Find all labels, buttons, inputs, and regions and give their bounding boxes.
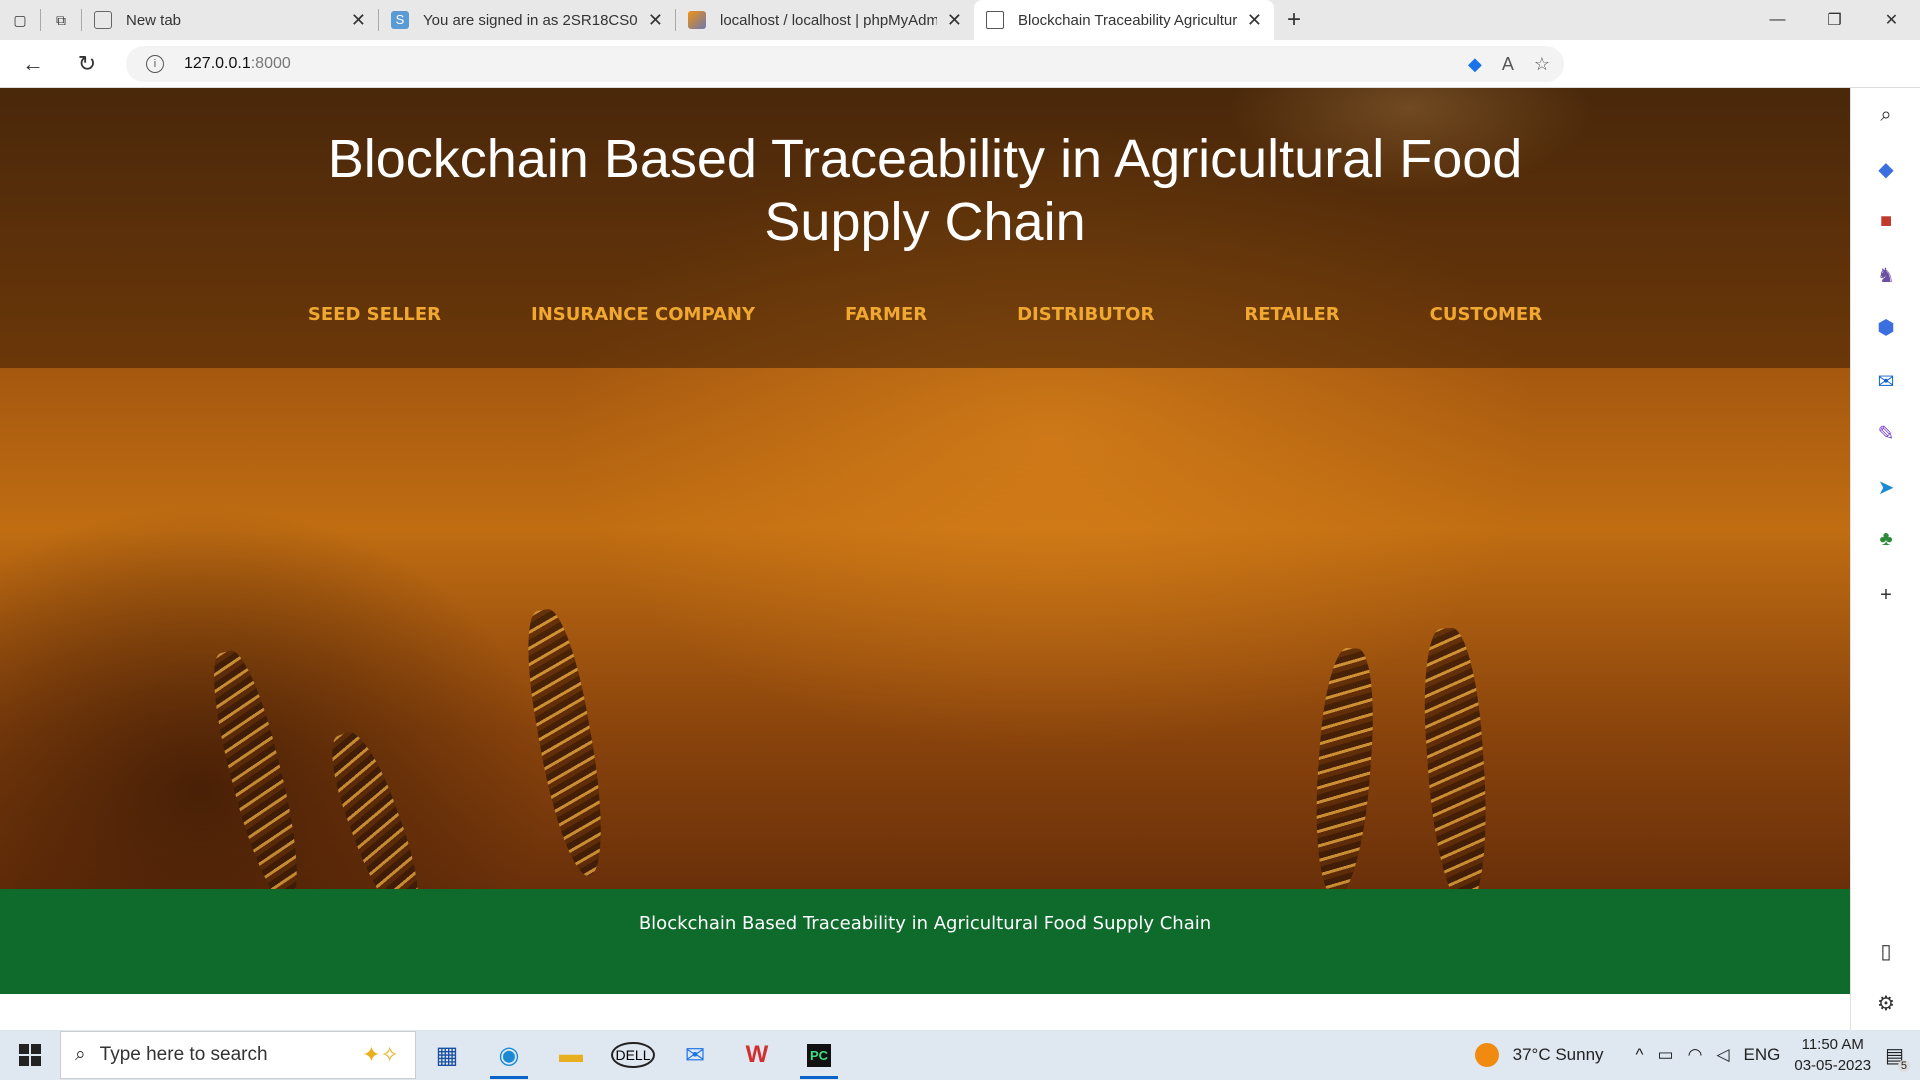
workspaces-icon[interactable]: ⧉ xyxy=(41,0,81,40)
system-tray: 37°C Sunny ^ ▭ ◠ ◁ ENG 11:50 AM 03-05-20… xyxy=(1474,1030,1920,1080)
clock-time: 11:50 AM xyxy=(1801,1036,1864,1053)
site-footer: Blockchain Based Traceability in Agricul… xyxy=(0,889,1850,994)
wps-office-icon[interactable]: W xyxy=(726,1030,788,1080)
store-icon[interactable]: ▦ xyxy=(416,1030,478,1080)
wheat-stalk xyxy=(516,605,616,881)
nav-farmer[interactable]: FARMER xyxy=(845,304,927,325)
nav-distributor[interactable]: DISTRIBUTOR xyxy=(1017,304,1154,325)
shopping-tag-icon[interactable]: ◆ xyxy=(1468,54,1482,75)
footer-text: Blockchain Based Traceability in Agricul… xyxy=(638,913,1212,934)
tab-phpmyadmin[interactable]: localhost / localhost | phpMyAdm ✕ xyxy=(676,0,974,40)
new-tab-icon xyxy=(94,11,112,29)
mail-icon[interactable]: ✉ xyxy=(664,1030,726,1080)
close-icon[interactable]: ✕ xyxy=(947,10,962,31)
add-favorite-icon[interactable]: ☆ xyxy=(1534,54,1550,75)
weather-text[interactable]: 37°C Sunny xyxy=(1513,1045,1604,1065)
chevron-up-icon[interactable]: ^ xyxy=(1636,1045,1644,1065)
back-icon[interactable]: ← xyxy=(12,44,54,84)
windows-start-icon[interactable] xyxy=(0,1030,60,1080)
notification-count: 5 xyxy=(1897,1059,1910,1072)
settings-icon[interactable]: ⚙ xyxy=(1873,990,1899,1016)
clock-date: 03-05-2023 xyxy=(1794,1057,1872,1074)
tab-new-tab[interactable]: New tab ✕ xyxy=(82,0,378,40)
windows-taskbar: ⌕ Type here to search ✦✧ ▦ ◉ ▬ DELL ✉ W … xyxy=(0,1030,1920,1080)
tab-label: localhost / localhost | phpMyAdm xyxy=(720,11,937,29)
s-logo-icon: S xyxy=(391,11,409,29)
close-icon[interactable]: ✕ xyxy=(351,10,366,31)
add-icon[interactable]: + xyxy=(1873,582,1899,608)
search-placeholder: Type here to search xyxy=(99,1044,268,1065)
wheat-stalk xyxy=(1309,646,1379,900)
close-icon[interactable]: ✕ xyxy=(648,10,663,31)
bing-sparkle-icon: ✦✧ xyxy=(362,1042,399,1067)
site-header: Blockchain Based Traceability in Agricul… xyxy=(0,88,1850,368)
nav-insurance-company[interactable]: INSURANCE COMPANY xyxy=(531,304,755,325)
send-icon[interactable]: ➤ xyxy=(1873,474,1899,500)
wheat-stalk xyxy=(1418,626,1494,910)
wheat-stalk xyxy=(201,645,313,911)
file-explorer-icon[interactable]: ▬ xyxy=(540,1030,602,1080)
address-bar-row: ← ↻ i 127.0.0.1:8000 ◆ A ☆ ✩ ⧉ e ⋯ ⓑ xyxy=(0,40,1920,121)
volume-icon[interactable]: ◁ xyxy=(1716,1045,1729,1065)
tab-actions-icon[interactable]: ▢ xyxy=(0,0,40,40)
nav-seed-seller[interactable]: SEED SELLER xyxy=(308,304,441,325)
microsoft-365-icon[interactable]: ⬢ xyxy=(1873,314,1899,340)
search-icon[interactable]: ⌕ xyxy=(1873,102,1899,128)
nav-customer[interactable]: CUSTOMER xyxy=(1430,304,1542,325)
web-page: Blockchain Based Traceability in Agricul… xyxy=(0,88,1850,1030)
page-title: Blockchain Based Traceability in Agricul… xyxy=(327,129,1523,252)
tools-icon[interactable]: ■ xyxy=(1873,208,1899,234)
battery-icon[interactable]: ▭ xyxy=(1658,1045,1674,1065)
tab-label: New tab xyxy=(126,11,182,29)
games-icon[interactable]: ♞ xyxy=(1873,262,1899,288)
nav-retailer[interactable]: RETAILER xyxy=(1244,304,1339,325)
pycharm-icon[interactable]: PC xyxy=(788,1030,850,1080)
dell-icon[interactable]: DELL xyxy=(602,1030,664,1080)
network-icon[interactable]: ◠ xyxy=(1688,1045,1703,1065)
outlook-icon[interactable]: ✉ xyxy=(1873,368,1899,394)
read-aloud-icon[interactable]: A xyxy=(1502,54,1514,75)
tree-icon[interactable]: ♣ xyxy=(1873,526,1899,552)
window-controls: — ❐ ✕ xyxy=(1749,0,1920,40)
language-indicator[interactable]: ENG xyxy=(1744,1045,1781,1065)
search-icon: ⌕ xyxy=(75,1044,86,1065)
clock[interactable]: 11:50 AM 03-05-2023 xyxy=(1794,1034,1871,1076)
refresh-icon[interactable]: ↻ xyxy=(66,44,108,84)
edge-icon[interactable]: ◉ xyxy=(478,1030,540,1080)
url-port: :8000 xyxy=(250,55,291,72)
notifications-icon[interactable]: ▤ 5 xyxy=(1885,1043,1910,1072)
tab-signed-in[interactable]: S You are signed in as 2SR18CS036 ✕ xyxy=(379,0,675,40)
new-tab-button[interactable]: + xyxy=(1274,0,1314,40)
weather-sun-icon xyxy=(1474,1043,1499,1067)
designer-icon[interactable]: ✎ xyxy=(1873,420,1899,446)
tab-blockchain-traceability[interactable]: Blockchain Traceability Agricultur ✕ xyxy=(974,0,1274,40)
tab-label: Blockchain Traceability Agricultur xyxy=(1018,11,1237,29)
browser-tab-strip: ▢ ⧉ New tab ✕ S You are signed in as 2SR… xyxy=(0,0,1920,40)
taskbar-search[interactable]: ⌕ Type here to search ✦✧ xyxy=(60,1031,416,1079)
main-nav: SEED SELLER INSURANCE COMPANY FARMER DIS… xyxy=(0,304,1850,325)
site-info-icon[interactable]: i xyxy=(146,55,164,73)
url-field[interactable]: i 127.0.0.1:8000 ◆ A ☆ xyxy=(126,46,1564,82)
minimize-icon[interactable]: — xyxy=(1749,0,1806,40)
phpmyadmin-icon xyxy=(688,11,706,29)
url-host: 127.0.0.1 xyxy=(184,55,251,72)
close-icon[interactable]: ✕ xyxy=(1247,10,1262,31)
close-window-icon[interactable]: ✕ xyxy=(1863,0,1920,40)
edge-sidebar: ⌕ ◆ ■ ♞ ⬢ ✉ ✎ ➤ ♣ + ▯ ⚙ xyxy=(1850,88,1920,1030)
shopping-icon[interactable]: ◆ xyxy=(1873,156,1899,182)
page-icon xyxy=(986,11,1004,29)
split-screen-icon[interactable]: ▯ xyxy=(1873,938,1899,964)
tab-label: You are signed in as 2SR18CS036 xyxy=(423,11,638,29)
restore-icon[interactable]: ❐ xyxy=(1806,0,1863,40)
